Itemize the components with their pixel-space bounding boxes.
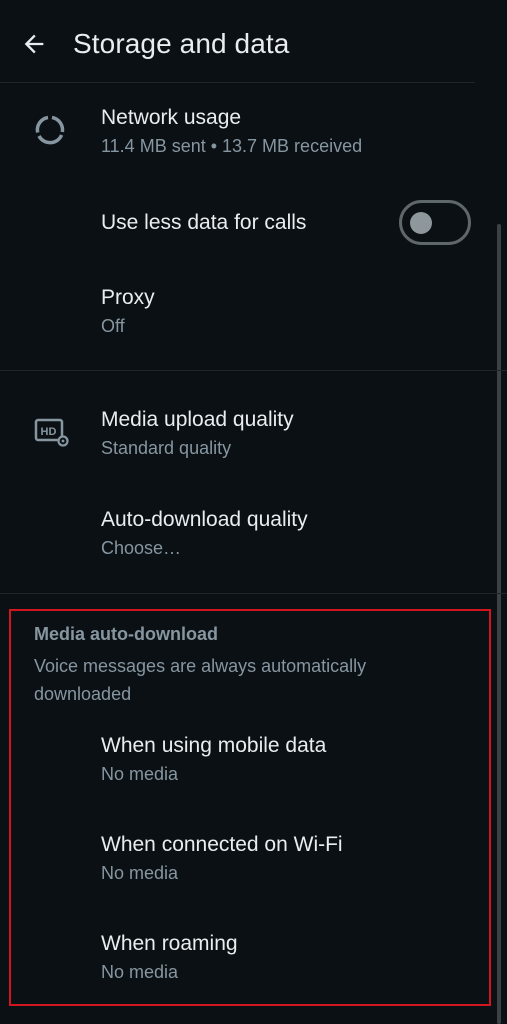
media-upload-quality-title: Media upload quality bbox=[101, 408, 294, 431]
back-button[interactable] bbox=[14, 24, 54, 64]
use-less-data-toggle[interactable] bbox=[399, 200, 471, 245]
section-divider bbox=[0, 370, 507, 371]
svg-text:HD: HD bbox=[41, 426, 57, 438]
auto-download-quality-row[interactable]: Auto-download quality Choose… bbox=[0, 494, 495, 578]
network-usage-title: Network usage bbox=[101, 106, 242, 129]
list-item-title: When roaming bbox=[101, 932, 238, 955]
auto-download-quality-subtitle: Choose… bbox=[101, 538, 182, 558]
network-usage-row[interactable]: Network usage 11.4 MB sent • 13.7 MB rec… bbox=[0, 96, 495, 180]
list-item-subtitle: No media bbox=[101, 863, 179, 883]
app-bar: Storage and data bbox=[0, 0, 507, 84]
when-connected-on-wifi-row[interactable]: When connected on Wi-Fi No media bbox=[0, 822, 495, 906]
media-upload-quality-subtitle: Standard quality bbox=[101, 438, 232, 458]
hd-settings-icon: HD bbox=[34, 418, 69, 447]
back-arrow-icon bbox=[24, 34, 44, 54]
page-title: Storage and data bbox=[73, 28, 290, 59]
list-item-subtitle: No media bbox=[101, 962, 179, 982]
data-usage-icon bbox=[35, 115, 65, 145]
proxy-title: Proxy bbox=[101, 286, 155, 309]
section-description: Voice messages are always automatically … bbox=[34, 656, 367, 704]
list-item-subtitle: No media bbox=[101, 764, 179, 784]
media-upload-quality-row[interactable]: HD Media upload quality Standard quality bbox=[0, 396, 495, 480]
proxy-subtitle: Off bbox=[101, 316, 125, 336]
auto-download-quality-title: Auto-download quality bbox=[101, 508, 308, 531]
use-less-data-title: Use less data for calls bbox=[101, 211, 307, 234]
storage-and-data-screen: Storage and data Network usage 11.4 MB s… bbox=[0, 0, 507, 1024]
network-usage-subtitle: 11.4 MB sent • 13.7 MB received bbox=[101, 136, 363, 156]
proxy-row[interactable]: Proxy Off bbox=[0, 274, 495, 358]
section-divider bbox=[0, 593, 507, 594]
list-item-title: When using mobile data bbox=[101, 734, 327, 757]
when-using-mobile-data-row[interactable]: When using mobile data No media bbox=[0, 722, 495, 806]
section-header-media-auto-download: Media auto-download bbox=[34, 624, 218, 644]
list-item-title: When connected on Wi-Fi bbox=[101, 833, 343, 856]
toggle-knob bbox=[410, 212, 432, 234]
when-roaming-row[interactable]: When roaming No media bbox=[0, 920, 495, 1004]
scrollbar[interactable] bbox=[497, 224, 501, 1024]
header-divider bbox=[0, 82, 475, 83]
